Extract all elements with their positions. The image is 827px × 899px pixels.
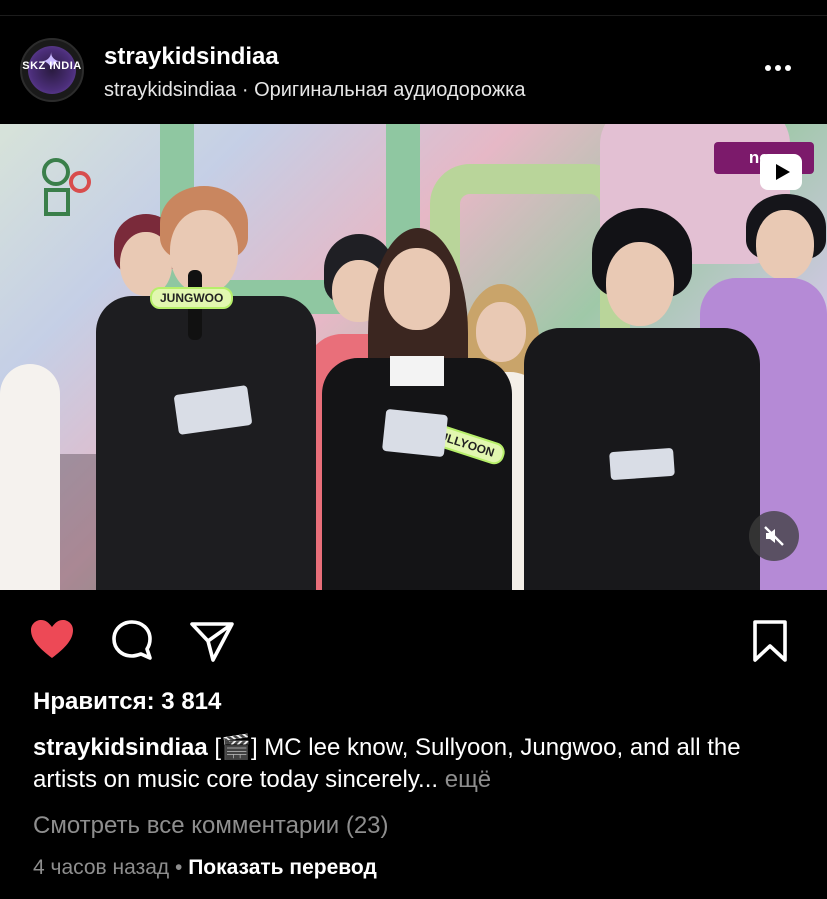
heart-icon[interactable]: [28, 616, 76, 664]
audio-line[interactable]: straykidsindiaa · Оригинальная аудиодоро…: [104, 79, 525, 102]
avatar-logo-text: SKZ INDIA: [22, 60, 82, 72]
caption-username[interactable]: straykidsindiaa: [33, 734, 208, 761]
comment-icon[interactable]: [108, 616, 156, 664]
speaker-muted-icon: [764, 526, 784, 546]
bookmark-icon[interactable]: [746, 616, 794, 664]
action-bar: [0, 608, 827, 668]
cue-card: [609, 447, 675, 481]
host-left: [96, 186, 316, 590]
post-meta: 4 часов назад • Показать перевод: [33, 856, 377, 880]
name-tag-jungwoo: JUNGWOO: [150, 287, 234, 309]
caption-more-link[interactable]: ещё: [438, 766, 491, 793]
reels-icon: [760, 154, 802, 190]
view-comments-link[interactable]: Смотреть все комментарии (23): [33, 812, 389, 840]
post-caption: straykidsindiaa [🎬] MC lee know, Sullyoo…: [33, 732, 803, 796]
post-username[interactable]: straykidsindiaa: [104, 43, 279, 71]
show-translation-link[interactable]: Показать перевод: [188, 856, 377, 879]
show-logo-icon: [42, 158, 91, 216]
status-bar-divider: [0, 0, 827, 16]
avatar[interactable]: ✦ SKZ INDIA: [20, 38, 84, 102]
host-center: [322, 228, 512, 590]
audio-separator: ·: [236, 79, 255, 101]
share-icon[interactable]: [188, 616, 236, 664]
post-timestamp: 4 часов назад: [33, 856, 170, 879]
mute-button[interactable]: [749, 511, 799, 561]
cue-card: [381, 408, 449, 458]
host-right: [524, 208, 760, 590]
likes-count[interactable]: Нравится: 3 814: [33, 688, 221, 716]
post-header: ✦ SKZ INDIA straykidsindiaa straykidsind…: [0, 32, 827, 108]
background-artist: [0, 324, 60, 590]
audio-label: Оригинальная аудиодорожка: [254, 79, 526, 101]
meta-separator: •: [169, 856, 189, 879]
post-video[interactable]: JUNGWOO SULLYOON noc: [0, 124, 827, 590]
audio-owner: straykidsindiaa: [104, 79, 237, 101]
more-options-icon[interactable]: [765, 58, 801, 78]
